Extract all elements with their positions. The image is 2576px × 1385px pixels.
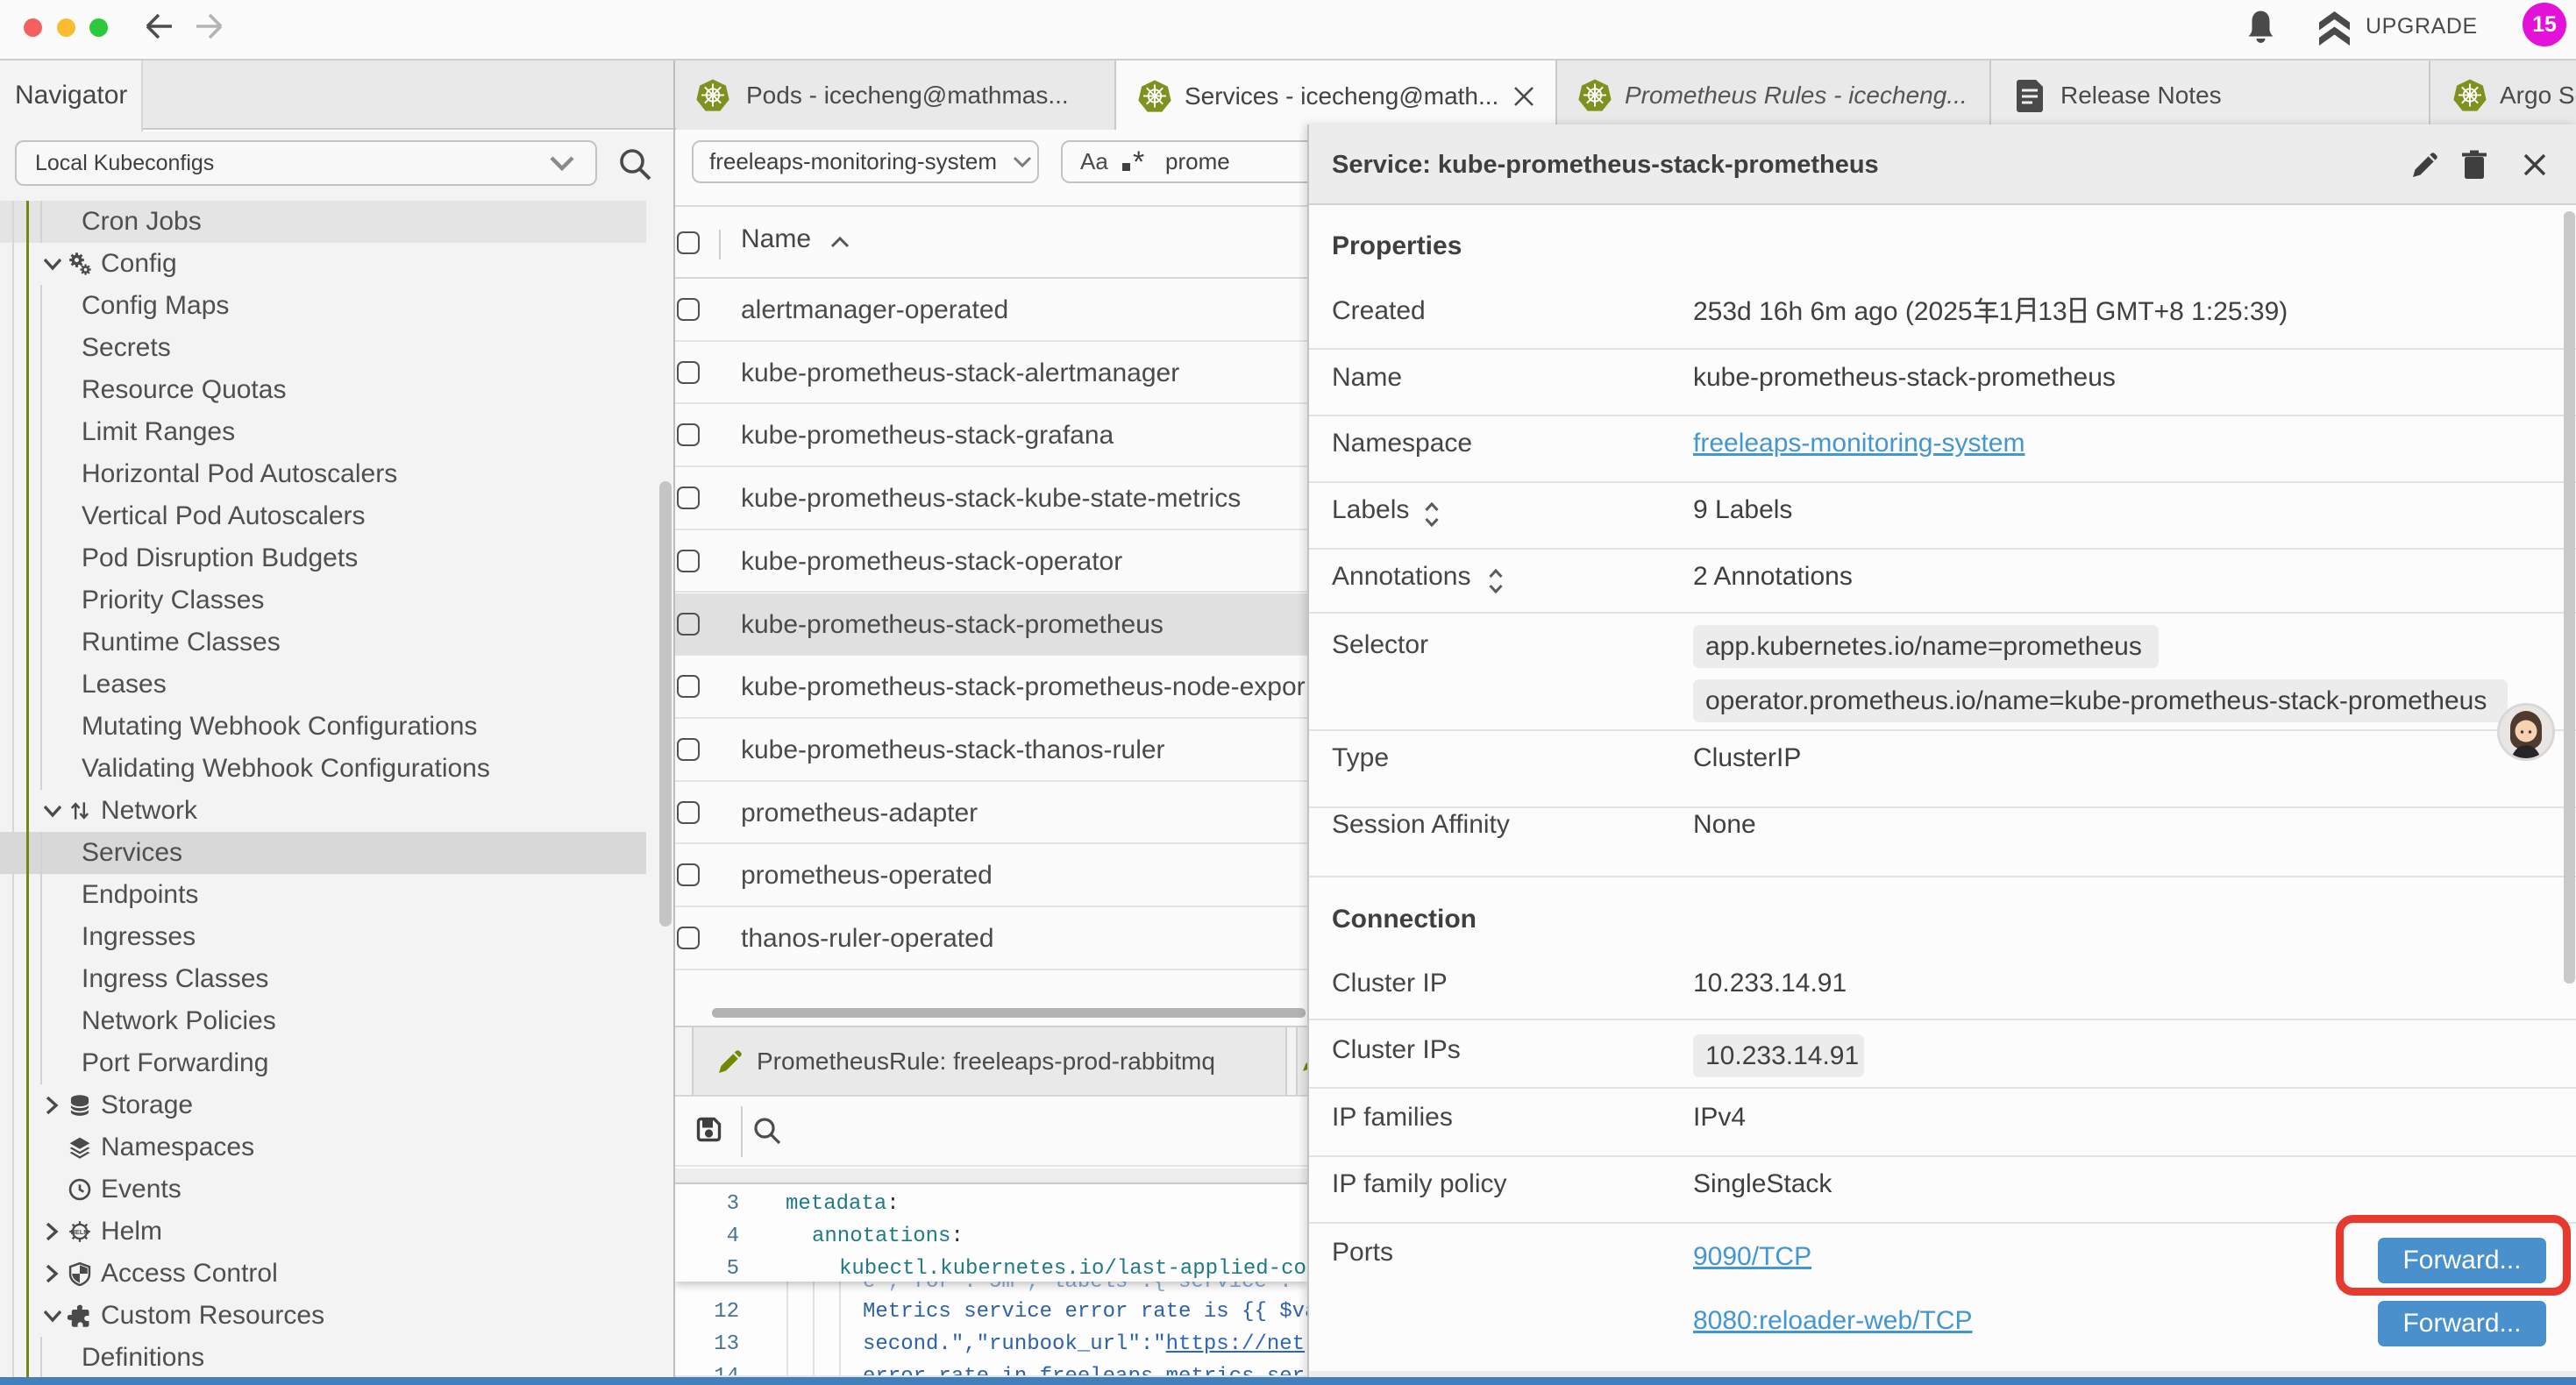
svg-text:*: * <box>1133 151 1144 175</box>
